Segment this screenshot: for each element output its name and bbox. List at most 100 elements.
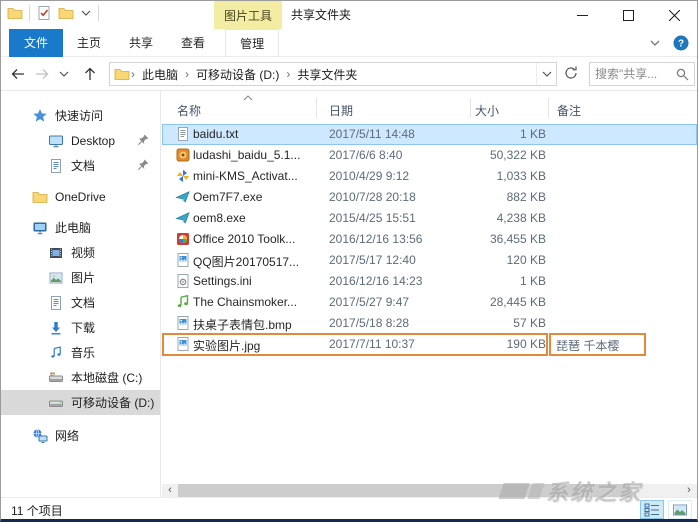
customize-qat-caret-icon[interactable] [80, 5, 92, 21]
column-header-备注[interactable]: 备注 [557, 102, 581, 119]
sort-ascending-icon [242, 91, 254, 101]
thumbnails-view-button[interactable] [668, 500, 692, 519]
properties-icon[interactable] [36, 5, 52, 21]
pin-icon [136, 158, 150, 172]
column-divider[interactable] [548, 98, 549, 118]
plane-file-icon [175, 210, 191, 226]
image-file-icon [175, 315, 191, 331]
file-row[interactable]: The Chainsmoker... 2017/5/27 9:47 28,445 K… [162, 292, 697, 313]
txt-file-icon [175, 126, 191, 142]
ribbon-tab-row: 文件 主页 共享 查看 管理 ? [1, 29, 697, 57]
file-date: 2017/6/6 8:40 [329, 148, 403, 162]
address-dropdown-caret-icon[interactable] [536, 63, 556, 85]
ini-file-icon [175, 273, 191, 289]
minimize-button[interactable] [559, 1, 605, 29]
file-name: 实验图片.jpg [193, 339, 261, 353]
file-row[interactable]: mini-KMS_Activat... 2010/4/29 9:12 1,033 K… [162, 166, 697, 187]
file-name: baidu.txt [193, 127, 239, 141]
sidebar-item-label: 音乐 [71, 346, 96, 360]
sidebar-item-OneDrive[interactable]: OneDrive [1, 184, 160, 209]
search-box[interactable] [589, 62, 695, 86]
file-size: 1 KB [519, 127, 546, 141]
ribbon-tab-管理[interactable]: 管理 [225, 29, 280, 57]
refresh-icon[interactable] [563, 65, 581, 83]
file-date: 2016/12/16 14:23 [329, 274, 423, 288]
file-row[interactable]: ludashi_baidu_5.1... 2017/6/6 8:40 50,322 … [162, 145, 697, 166]
pc-icon [32, 220, 48, 236]
file-size: 28,445 KB [489, 295, 546, 309]
help-icon[interactable]: ? [673, 35, 689, 51]
office-file-icon [175, 231, 191, 247]
file-name: Office 2010 Toolk... [193, 232, 296, 246]
file-row[interactable]: baidu.txt 2017/5/11 14:48 1 KB [162, 124, 697, 145]
download-icon [48, 320, 64, 336]
file-size: 36,455 KB [489, 232, 546, 246]
file-row[interactable]: oem8.exe 2015/4/25 15:51 4,238 KB [162, 208, 697, 229]
breadcrumb-segment[interactable]: 共享文件夹 [291, 66, 363, 83]
horizontal-scrollbar[interactable]: ‹ › [162, 484, 697, 497]
file-rows: baidu.txt 2017/5/11 14:48 1 KB ludashi_baid… [162, 124, 697, 356]
file-name: Settings.ini [193, 274, 252, 288]
sidebar-item-视频[interactable]: 视频 [1, 240, 160, 265]
file-row[interactable]: 实验图片.jpg 2017/7/11 10:37 190 KB 琵琶 千本樱 [162, 333, 697, 356]
new-folder-icon[interactable] [58, 5, 74, 21]
sidebar-item-label: 此电脑 [55, 221, 92, 235]
sidebar-item-文档[interactable]: 文档 [1, 153, 160, 178]
window-controls [559, 1, 697, 29]
file-name: ludashi_baidu_5.1... [193, 148, 301, 162]
file-date: 2010/4/29 9:12 [329, 169, 410, 183]
sidebar-item-快速访问[interactable]: 快速访问 [1, 103, 160, 128]
file-row[interactable]: Oem7F7.exe 2010/7/28 20:18 882 KB [162, 187, 697, 208]
app-icon [7, 5, 23, 21]
sidebar-item-此电脑[interactable]: 此电脑 [1, 215, 160, 240]
plane-file-icon [175, 189, 191, 205]
scroll-right-icon[interactable]: › [681, 484, 697, 497]
sidebar-item-音乐[interactable]: 音乐 [1, 340, 160, 365]
sidebar-item-label: Desktop [71, 133, 116, 148]
search-input[interactable] [595, 67, 671, 81]
file-row[interactable]: QQ图片20170517... 2017/5/17 12:40 120 KB [162, 250, 697, 271]
recent-locations-caret-icon[interactable] [55, 65, 73, 83]
scroll-left-icon[interactable]: ‹ [162, 484, 178, 497]
kms-file-icon [175, 168, 191, 184]
sidebar-item-网络[interactable]: 网络 [1, 423, 160, 448]
ribbon-tab-查看[interactable]: 查看 [167, 29, 219, 57]
sidebar-item-可移动设备 (D:)[interactable]: 可移动设备 (D:) [1, 390, 160, 415]
file-row[interactable]: 扶桌子表情包.bmp 2017/5/18 8:28 57 KB [162, 313, 697, 334]
sidebar-item-下载[interactable]: 下载 [1, 315, 160, 340]
column-header-名称[interactable]: 名称 [177, 102, 201, 119]
sidebar-item-label: 网络 [55, 429, 80, 443]
divider [98, 5, 99, 21]
up-button[interactable] [81, 65, 99, 83]
column-divider[interactable] [470, 98, 471, 118]
file-row[interactable]: Office 2010 Toolk... 2016/12/16 13:56 36,4… [162, 229, 697, 250]
column-header-大小[interactable]: 大小 [475, 102, 499, 119]
sidebar-item-label: 文档 [71, 159, 96, 173]
back-button[interactable] [9, 65, 27, 83]
file-name: mini-KMS_Activat... [193, 169, 298, 183]
maximize-button[interactable] [605, 1, 651, 29]
svg-text:?: ? [678, 39, 684, 50]
breadcrumb-segment[interactable]: 此电脑 [136, 66, 184, 83]
collapse-ribbon-icon[interactable] [647, 35, 663, 51]
sidebar-item-图片[interactable]: 图片 [1, 265, 160, 290]
column-header-日期[interactable]: 日期 [329, 102, 353, 119]
close-button[interactable] [651, 1, 697, 29]
details-view-button[interactable] [640, 500, 664, 519]
column-divider[interactable] [316, 98, 317, 118]
disk-icon [48, 395, 64, 411]
sidebar-item-本地磁盘 (C:)[interactable]: 本地磁盘 (C:) [1, 365, 160, 390]
breadcrumb-segment[interactable]: 可移动设备 (D:) [190, 66, 285, 83]
ribbon-tab-主页[interactable]: 主页 [63, 29, 115, 57]
sidebar-item-文档[interactable]: 文档 [1, 290, 160, 315]
ribbon-tab-文件[interactable]: 文件 [9, 29, 64, 57]
address-bar[interactable]: › 此电脑 › 可移动设备 (D:) › 共享文件夹 [109, 62, 557, 86]
ribbon-tabs: 文件 主页 共享 查看 管理 [9, 29, 280, 57]
ribbon-tab-共享[interactable]: 共享 [115, 29, 167, 57]
file-row[interactable]: Settings.ini 2016/12/16 14:23 1 KB [162, 271, 697, 292]
scrollbar-thumb[interactable] [178, 484, 630, 497]
sidebar-item-Desktop[interactable]: Desktop [1, 128, 160, 153]
file-date: 2017/5/18 8:28 [329, 316, 410, 330]
sidebar-item-label: 快速访问 [55, 109, 104, 123]
sidebar-item-label: 视频 [71, 246, 96, 260]
